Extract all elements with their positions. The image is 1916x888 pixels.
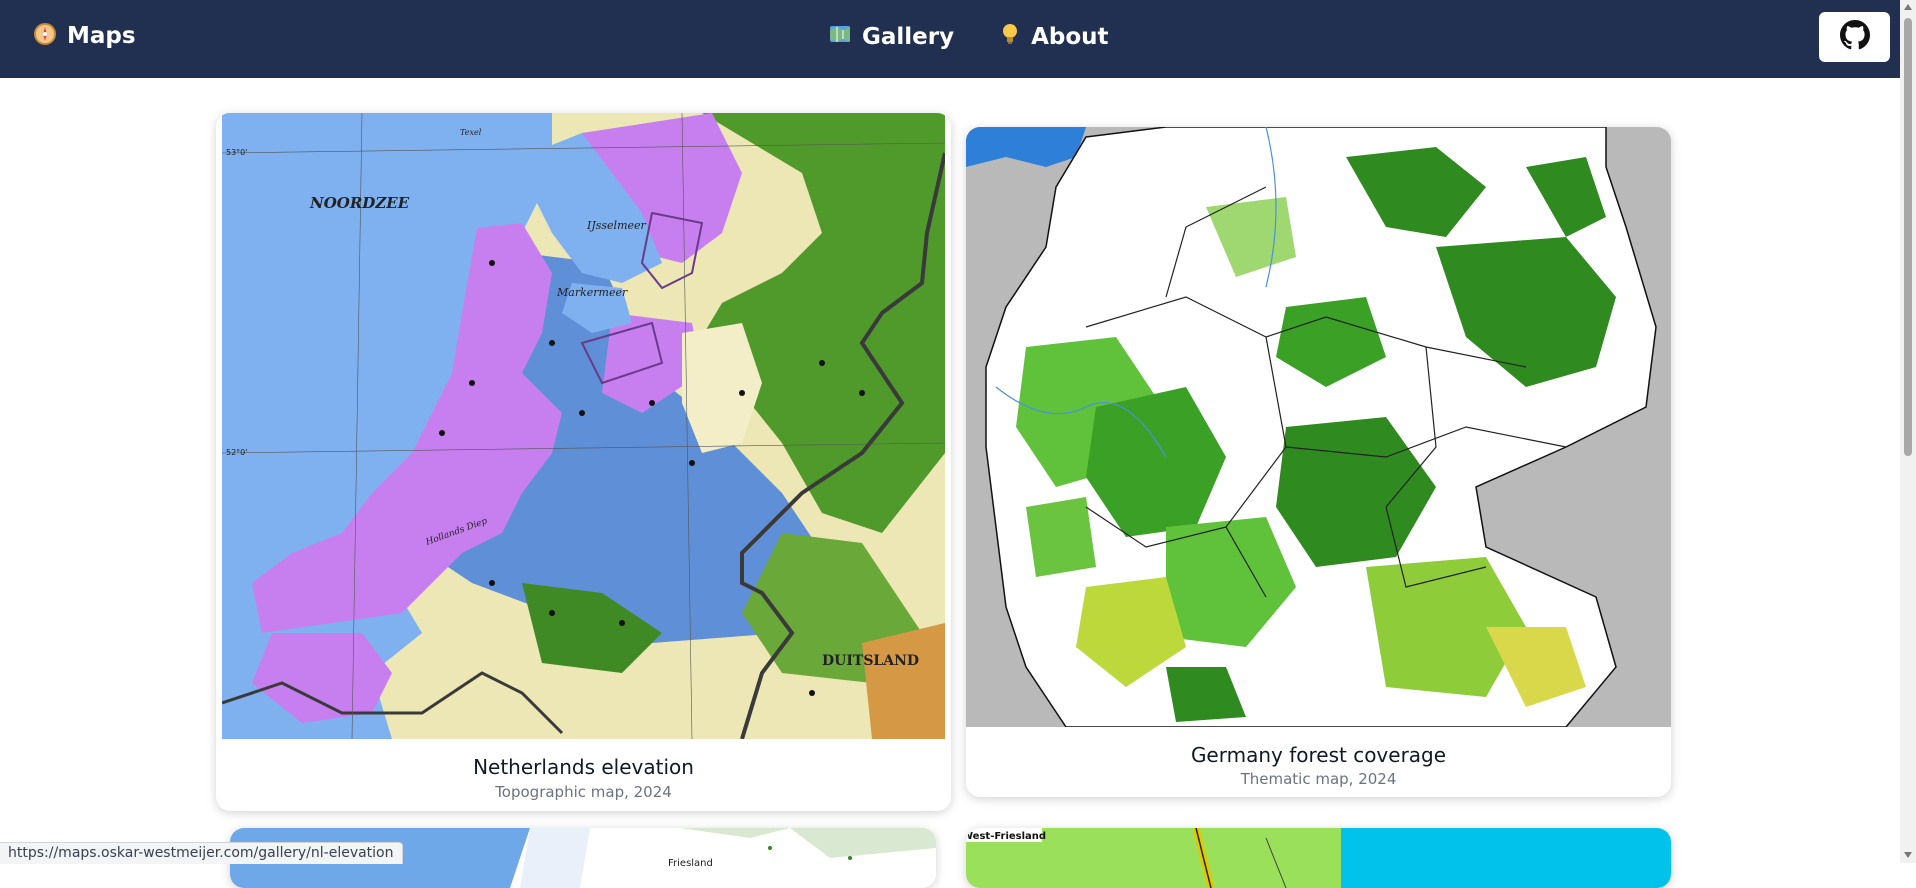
brand-label: Maps	[67, 23, 136, 49]
nav-about-label: About	[1031, 24, 1109, 50]
card-title: Germany forest coverage	[1190, 743, 1447, 767]
de-forest-map-image	[966, 127, 1671, 727]
brand-link[interactable]: Maps	[33, 22, 136, 50]
map-label-ijsselmeer: IJsselmeer	[586, 219, 647, 232]
top-navbar: Maps Gallery About	[0, 0, 1916, 78]
map-label-west-friesland: West-Friesland	[966, 831, 1046, 842]
lightbulb-icon	[999, 22, 1021, 52]
status-bar-url: https://maps.oskar-westmeijer.com/galler…	[0, 842, 403, 864]
gallery-card-nl-elevation[interactable]: NOORDZEE IJsselmeer Markermeer DUITSLAND…	[216, 113, 951, 811]
map-label-duitsland: DUITSLAND	[822, 653, 919, 669]
github-icon	[1839, 20, 1870, 54]
page-scrollbar[interactable]	[1900, 0, 1916, 863]
map-label-friesland: Friesland	[668, 858, 713, 869]
map-label-lat-52: 52°0'	[226, 448, 247, 457]
github-button[interactable]	[1819, 12, 1890, 62]
map-label-texel: Texel	[460, 128, 482, 137]
gallery-card-partial-right[interactable]: West-Friesland	[966, 828, 1671, 888]
nl-elevation-map-image: NOORDZEE IJsselmeer Markermeer DUITSLAND…	[222, 113, 945, 739]
nav-gallery-label: Gallery	[862, 24, 955, 50]
map-icon	[828, 22, 852, 52]
card-title: Netherlands elevation	[473, 755, 694, 779]
gallery-card-de-forest[interactable]: Germany forest coverage Thematic map, 20…	[966, 127, 1671, 797]
partial-map-image-right: West-Friesland	[966, 828, 1671, 888]
map-label-sea: NOORDZEE	[309, 194, 410, 212]
scroll-up-icon[interactable]	[1904, 4, 1912, 10]
main-nav: Gallery About	[828, 22, 1109, 52]
map-label-markermeer: Markermeer	[556, 286, 628, 299]
nav-about-link[interactable]: About	[999, 22, 1109, 52]
card-subtitle: Thematic map, 2024	[1240, 770, 1397, 788]
scrollbar-thumb[interactable]	[1904, 18, 1912, 456]
nav-gallery-link[interactable]: Gallery	[828, 22, 954, 52]
card-subtitle: Topographic map, 2024	[495, 783, 672, 801]
map-label-lat-53: 53°0'	[226, 148, 247, 157]
compass-icon	[33, 22, 57, 50]
scroll-down-icon[interactable]	[1904, 852, 1912, 858]
